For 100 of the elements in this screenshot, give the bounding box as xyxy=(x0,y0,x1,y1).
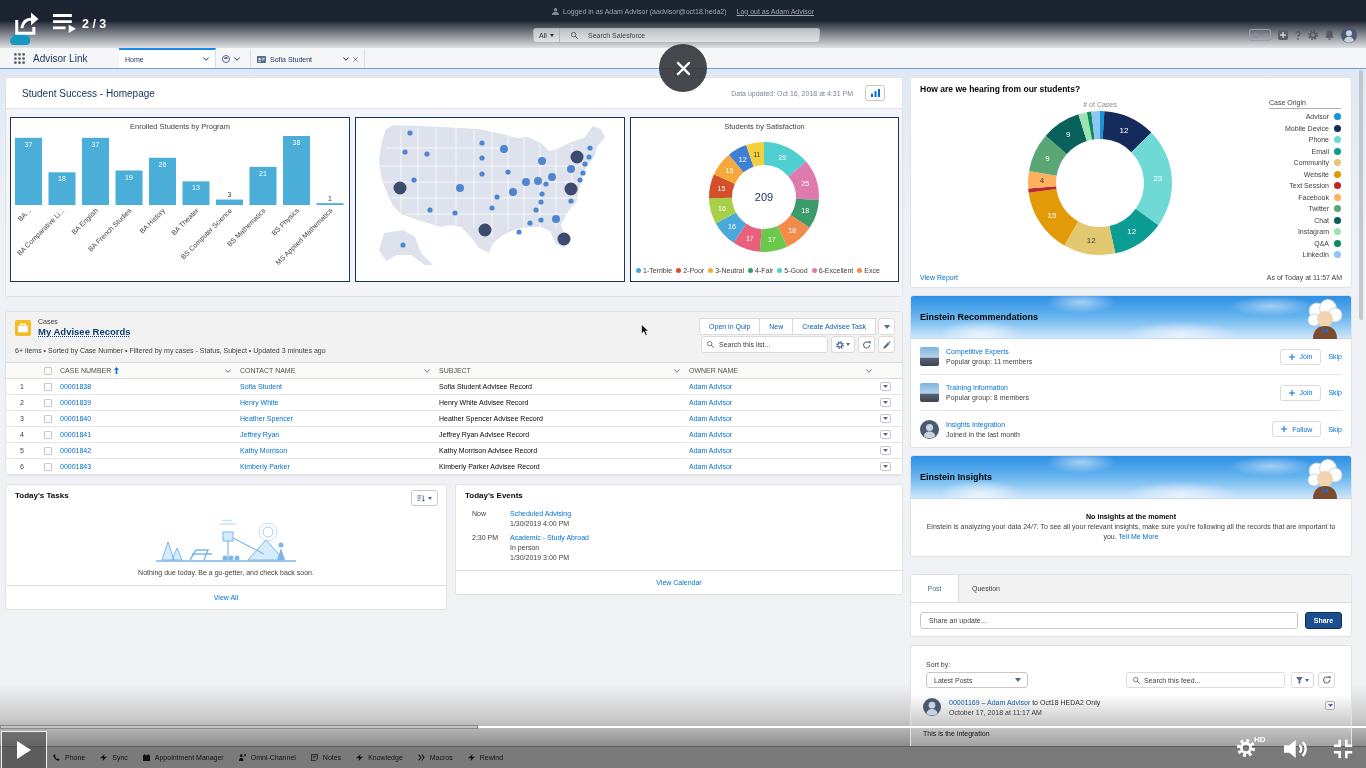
list-view-title[interactable]: My Advisee Records xyxy=(38,326,131,337)
chevron-icon xyxy=(674,368,680,373)
map-marker xyxy=(552,215,560,223)
sort-arrow-icon xyxy=(114,367,120,374)
row-action-button[interactable] xyxy=(880,382,891,391)
data-label: 4 xyxy=(1039,176,1045,186)
share-video-button[interactable] xyxy=(15,12,39,35)
bar xyxy=(48,172,76,205)
row-checkbox[interactable] xyxy=(44,430,52,439)
map-marker xyxy=(587,145,593,151)
close-icon xyxy=(675,60,691,76)
help-button[interactable] xyxy=(1295,30,1301,40)
more-actions-button[interactable] xyxy=(878,318,895,335)
map-marker xyxy=(402,149,408,155)
bar xyxy=(216,199,243,205)
play-button[interactable] xyxy=(1,731,47,768)
data-label: 12 xyxy=(1119,126,1129,136)
scrollbar[interactable] xyxy=(1359,70,1363,320)
plus-icon xyxy=(1280,32,1286,38)
filter-button[interactable] xyxy=(1291,672,1314,688)
data-label: 9 xyxy=(1045,154,1050,164)
chevron-icon xyxy=(225,368,231,373)
map-marker xyxy=(509,188,517,196)
lightning-bolt-icon xyxy=(100,754,108,761)
user-icon xyxy=(552,7,559,15)
post-menu-button[interactable] xyxy=(1325,701,1335,710)
volume-button[interactable] xyxy=(1284,740,1308,758)
caret-icon xyxy=(883,401,888,404)
close-icon xyxy=(353,56,358,62)
edit-button[interactable] xyxy=(878,336,895,353)
star-icon xyxy=(1252,31,1260,39)
caret-icon xyxy=(549,33,554,37)
chevron-icon xyxy=(424,368,430,373)
map-marker xyxy=(500,145,508,153)
row-action-button[interactable] xyxy=(880,446,891,455)
playlist-button[interactable]: 2 / 3 xyxy=(53,14,107,33)
map-marker xyxy=(527,220,533,226)
select-all-checkbox[interactable] xyxy=(44,366,52,375)
chevron-icon xyxy=(866,368,872,373)
row-checkbox[interactable] xyxy=(44,446,52,455)
bar xyxy=(149,157,176,205)
contact-card-icon xyxy=(257,55,266,63)
double-chevron-icon xyxy=(417,754,425,761)
global-actions-button[interactable] xyxy=(1278,30,1288,40)
settings-button[interactable] xyxy=(1308,30,1318,40)
avatar-icon xyxy=(920,419,939,439)
map-marker xyxy=(533,207,539,213)
filter-icon xyxy=(1296,676,1303,684)
data-label: 23 xyxy=(1153,174,1163,184)
notifications-button[interactable] xyxy=(1325,30,1334,40)
favorites-button[interactable] xyxy=(1249,29,1271,41)
exit-fullscreen-button[interactable] xyxy=(1333,739,1353,759)
bar xyxy=(82,137,109,205)
plus-icon xyxy=(1288,353,1295,360)
close-tab-button[interactable] xyxy=(353,56,358,62)
sort-icon xyxy=(417,494,425,502)
data-label: 15 xyxy=(1047,211,1057,221)
cartoon-mascot-icon xyxy=(1304,459,1344,499)
video-settings-button[interactable] xyxy=(1237,739,1255,757)
cloud-logo-icon xyxy=(9,31,30,45)
map-marker xyxy=(400,242,406,248)
caret-icon xyxy=(428,496,432,500)
row-action-button[interactable] xyxy=(880,414,891,423)
avatar-icon[interactable] xyxy=(1341,27,1357,43)
cartoon-mascot-icon xyxy=(1304,299,1344,339)
plus-icon xyxy=(1281,426,1288,432)
photo-placeholder xyxy=(920,383,939,402)
map-marker xyxy=(424,151,430,157)
caret-icon xyxy=(883,385,888,388)
row-checkbox[interactable] xyxy=(44,398,52,407)
donut-total: 209 xyxy=(754,191,774,203)
bar xyxy=(115,170,143,205)
playlist-icon xyxy=(53,14,76,33)
view-report-button[interactable] xyxy=(865,85,885,101)
map-marker xyxy=(452,210,458,216)
refresh-button[interactable] xyxy=(1318,672,1335,688)
list-settings-button[interactable] xyxy=(831,336,855,353)
sort-button[interactable] xyxy=(411,490,438,506)
data-label: 12 xyxy=(1127,227,1137,237)
map-marker xyxy=(479,140,485,146)
pencil-icon xyxy=(882,340,891,349)
row-action-button[interactable] xyxy=(880,430,891,439)
cursor-icon xyxy=(641,324,649,336)
map-marker xyxy=(538,157,546,165)
app-name: Advisor Link xyxy=(33,51,89,66)
row-checkbox[interactable] xyxy=(44,414,52,423)
caret-icon xyxy=(1305,678,1309,682)
quality-label: HD xyxy=(1254,735,1266,744)
person-arrow-icon xyxy=(238,754,246,761)
gear-icon xyxy=(1237,739,1255,757)
row-checkbox[interactable] xyxy=(44,382,52,391)
map-marker xyxy=(427,207,433,213)
refresh-button[interactable] xyxy=(858,336,875,353)
caret-icon xyxy=(883,324,890,329)
row-action-button[interactable] xyxy=(880,398,891,407)
row-checkbox[interactable] xyxy=(44,462,52,471)
row-action-button[interactable] xyxy=(880,462,891,471)
map-marker xyxy=(522,178,530,186)
video-progress-track[interactable] xyxy=(0,725,1366,729)
play-icon xyxy=(17,741,31,759)
